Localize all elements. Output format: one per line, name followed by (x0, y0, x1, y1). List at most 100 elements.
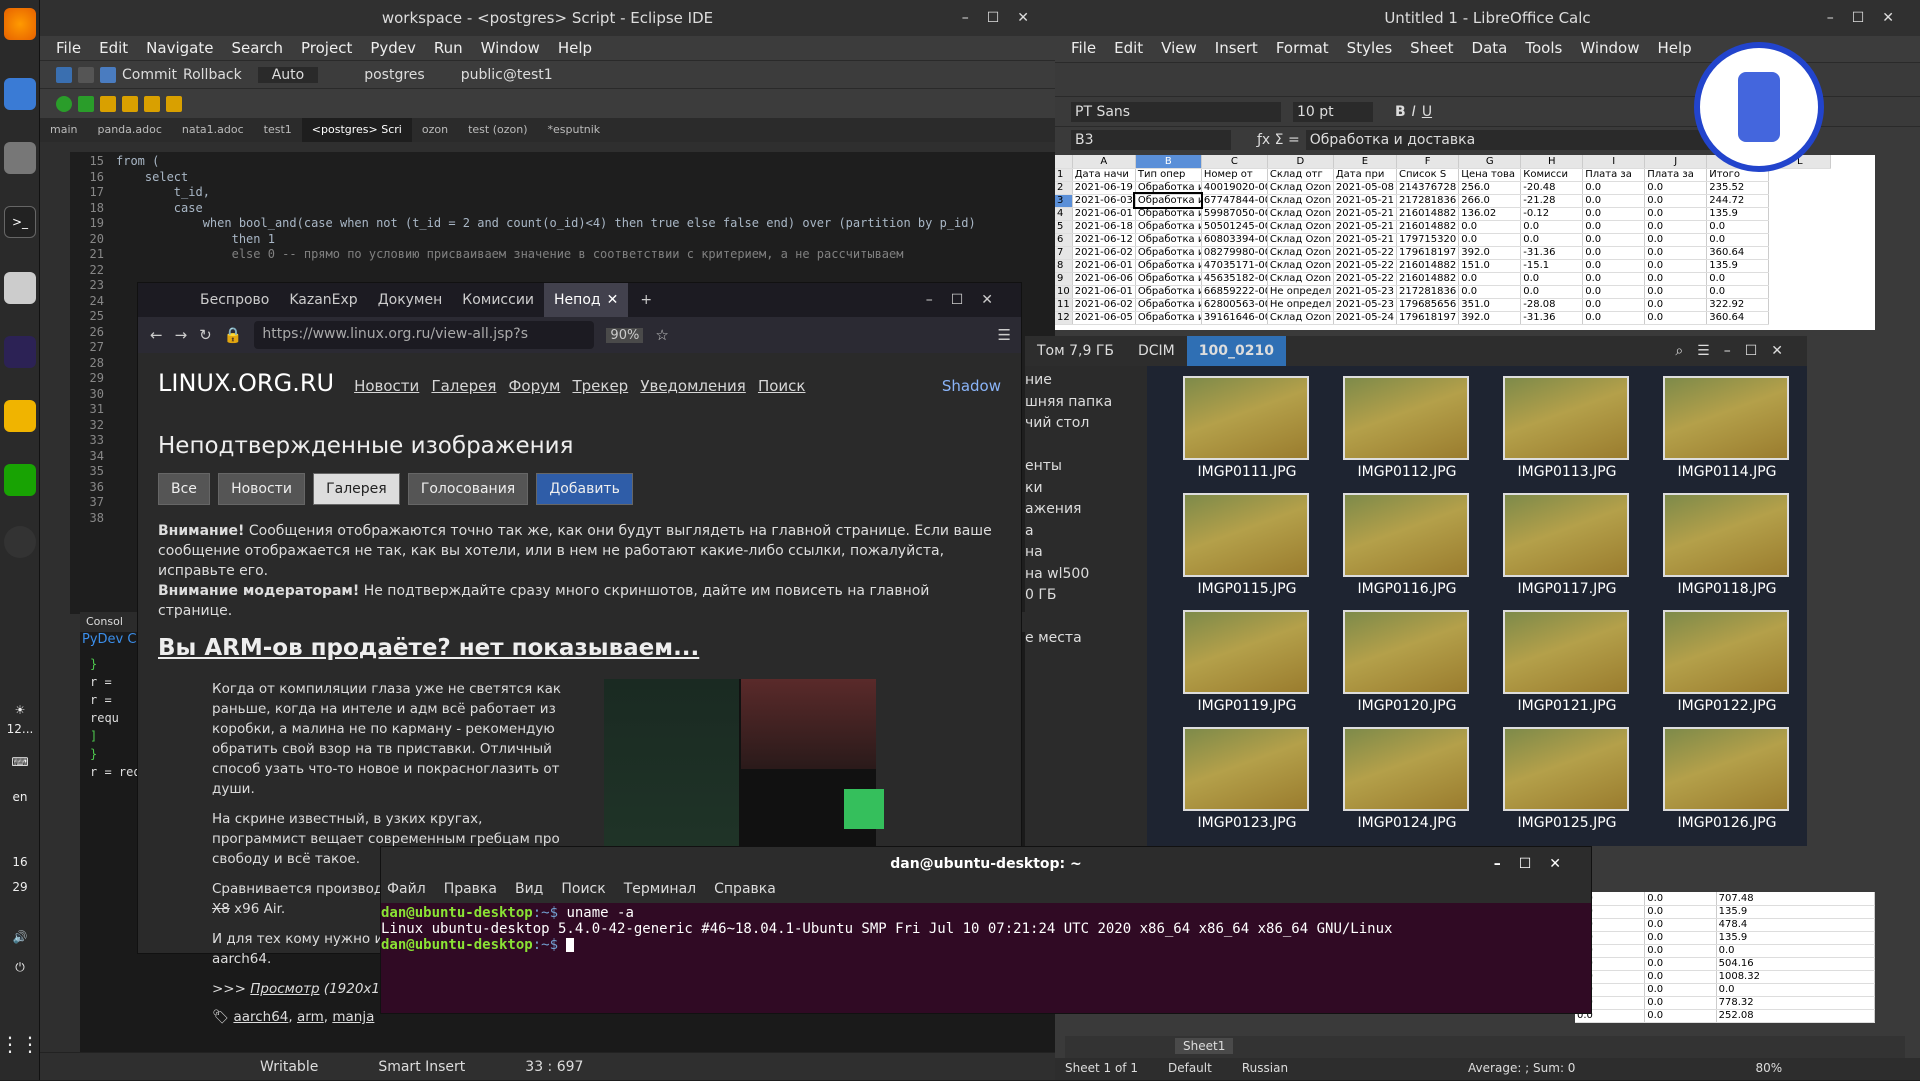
cell[interactable]: 0.0 (1644, 233, 1708, 247)
calc-menu-data[interactable]: Data (1472, 36, 1508, 62)
tab-wireless[interactable]: Беспрово (190, 283, 279, 317)
calc-menu-file[interactable]: File (1071, 36, 1096, 62)
cell[interactable]: 66859222-00 (1201, 285, 1268, 299)
cell[interactable]: 2021-05-21 (1333, 194, 1397, 208)
calc-menu-edit[interactable]: Edit (1114, 36, 1143, 62)
cell[interactable]: 0.0 (1458, 272, 1522, 286)
puzzle-icon[interactable] (4, 400, 36, 432)
cell[interactable]: 0.0 (1520, 272, 1584, 286)
sidebar-item[interactable]: ки (1025, 480, 1147, 502)
breadcrumb-current[interactable]: 100_0210 (1186, 336, 1286, 366)
camera-icon[interactable] (4, 272, 36, 304)
cell[interactable]: 351.0 (1458, 298, 1522, 312)
cell[interactable]: Обработка и (1135, 298, 1202, 312)
calc-menu-window[interactable]: Window (1580, 36, 1639, 62)
cell[interactable]: 0.0 (1644, 285, 1708, 299)
browser-window-controls[interactable]: –☐✕ (926, 292, 1021, 308)
cell[interactable]: 235.52 (1706, 181, 1770, 195)
cell[interactable]: 2021-06-19 (1072, 181, 1136, 195)
row-header[interactable]: 2 (1055, 181, 1073, 195)
cell[interactable]: 08279980-00 (1201, 246, 1268, 260)
row-header[interactable]: 11 (1055, 298, 1073, 312)
folder-icon[interactable] (100, 95, 116, 112)
sidebar-item[interactable]: ажения (1025, 501, 1147, 523)
term-menu-terminal[interactable]: Терминал (624, 881, 696, 903)
row-header[interactable]: 7 (1055, 246, 1073, 260)
add-button[interactable]: Добавить (536, 473, 633, 505)
calc-window-controls[interactable]: –☐✕ (1827, 0, 1912, 36)
column-header[interactable]: D (1267, 155, 1334, 169)
cell[interactable]: -21.28 (1520, 194, 1584, 208)
close-icon[interactable]: ✕ (607, 292, 619, 308)
autocommit-select[interactable]: Auto (257, 66, 319, 83)
cell[interactable]: 2021-05-21 (1333, 233, 1397, 247)
back-icon[interactable] (144, 95, 160, 112)
tab-panda[interactable]: panda.adoc (87, 118, 171, 142)
cell[interactable]: Склад Ozon (1267, 233, 1334, 247)
cell[interactable]: 0.0 (1706, 272, 1770, 286)
cell[interactable]: 0.0 (1644, 220, 1708, 234)
thumbnail-item[interactable]: IMGP0123.JPG (1183, 727, 1311, 831)
url-input[interactable]: https://www.linux.org.ru/view-all.jsp?s (254, 321, 595, 349)
cell[interactable]: 0.0 (1582, 246, 1646, 260)
new-icon[interactable] (56, 66, 72, 83)
cell[interactable]: 216014882 (1396, 207, 1460, 221)
cell[interactable]: 2021-05-24 (1333, 311, 1397, 325)
underline-icon[interactable]: U (1422, 104, 1432, 120)
cell[interactable]: -15.1 (1520, 259, 1584, 273)
cell[interactable]: 0.0 (1644, 970, 1717, 984)
cell[interactable]: 0.0 (1644, 207, 1708, 221)
cell[interactable]: 2021-06-12 (1072, 233, 1136, 247)
cell[interactable]: 0.0 (1644, 944, 1717, 958)
cell[interactable]: 244.72 (1706, 194, 1770, 208)
corner-cell[interactable] (1055, 155, 1073, 169)
cell[interactable]: Обработка и (1135, 272, 1202, 286)
zoom-indicator[interactable]: 90% (606, 327, 644, 343)
sheet-tab-1[interactable]: Sheet1 (1175, 1038, 1234, 1054)
sidebar-item[interactable]: е места (1025, 630, 1147, 652)
cell[interactable]: 0.0 (1458, 233, 1522, 247)
italic-icon[interactable]: I (1412, 104, 1416, 120)
cell[interactable]: Не определ (1267, 285, 1334, 299)
cell[interactable]: Обработка и (1135, 233, 1202, 247)
menu-run[interactable]: Run (434, 36, 463, 60)
cell[interactable]: 0.0 (1644, 996, 1717, 1010)
header-cell[interactable]: Плата за (1644, 168, 1708, 182)
menu-window[interactable]: Window (481, 36, 540, 60)
cell[interactable]: 135.9 (1706, 207, 1770, 221)
cell[interactable]: 67747844-00 (1201, 194, 1268, 208)
cell[interactable]: 136.02 (1458, 207, 1522, 221)
cell[interactable]: 135.9 (1706, 259, 1770, 273)
cell[interactable]: 0.0 (1644, 259, 1708, 273)
cell[interactable]: Склад Ozon (1267, 311, 1334, 325)
cell[interactable]: 360.64 (1706, 311, 1770, 325)
cell[interactable]: 256.0 (1458, 181, 1522, 195)
cell[interactable]: 59987050-00 (1201, 207, 1268, 221)
header-cell[interactable]: Комисси (1520, 168, 1584, 182)
cell[interactable]: 2021-06-01 (1072, 285, 1136, 299)
sidebar-item[interactable]: на wl500 (1025, 566, 1147, 588)
post-screenshot-thumbnail[interactable] (604, 679, 884, 869)
cell[interactable]: -31.36 (1520, 311, 1584, 325)
calc-menu-insert[interactable]: Insert (1215, 36, 1258, 62)
language-indicator[interactable]: en (0, 790, 40, 804)
cell[interactable]: 2021-05-23 (1333, 298, 1397, 312)
cell[interactable]: 179715320 (1396, 233, 1460, 247)
cell[interactable]: Обработка и (1135, 311, 1202, 325)
cell[interactable]: 217281836 (1396, 194, 1460, 208)
forward-icon[interactable] (166, 95, 182, 112)
thumbnail-item[interactable]: IMGP0116.JPG (1343, 493, 1471, 597)
font-name-box[interactable]: PT Sans (1071, 101, 1281, 122)
row-header[interactable]: 6 (1055, 233, 1073, 247)
cell[interactable]: 0.0 (1644, 905, 1717, 919)
cell[interactable]: 360.64 (1706, 246, 1770, 260)
row-header[interactable]: 8 (1055, 259, 1073, 273)
cell[interactable]: 0.0 (1706, 285, 1770, 299)
cell[interactable]: 2021-05-22 (1333, 259, 1397, 273)
cell[interactable]: 179618197 (1396, 246, 1460, 260)
bookmark-star-icon[interactable]: ☆ (655, 326, 668, 344)
cell[interactable]: 0.0 (1582, 311, 1646, 325)
cell[interactable]: 707.48 (1716, 892, 1876, 906)
new-tab-button[interactable]: + (628, 292, 664, 308)
tab-test-ozon[interactable]: test (ozon) (458, 118, 537, 142)
